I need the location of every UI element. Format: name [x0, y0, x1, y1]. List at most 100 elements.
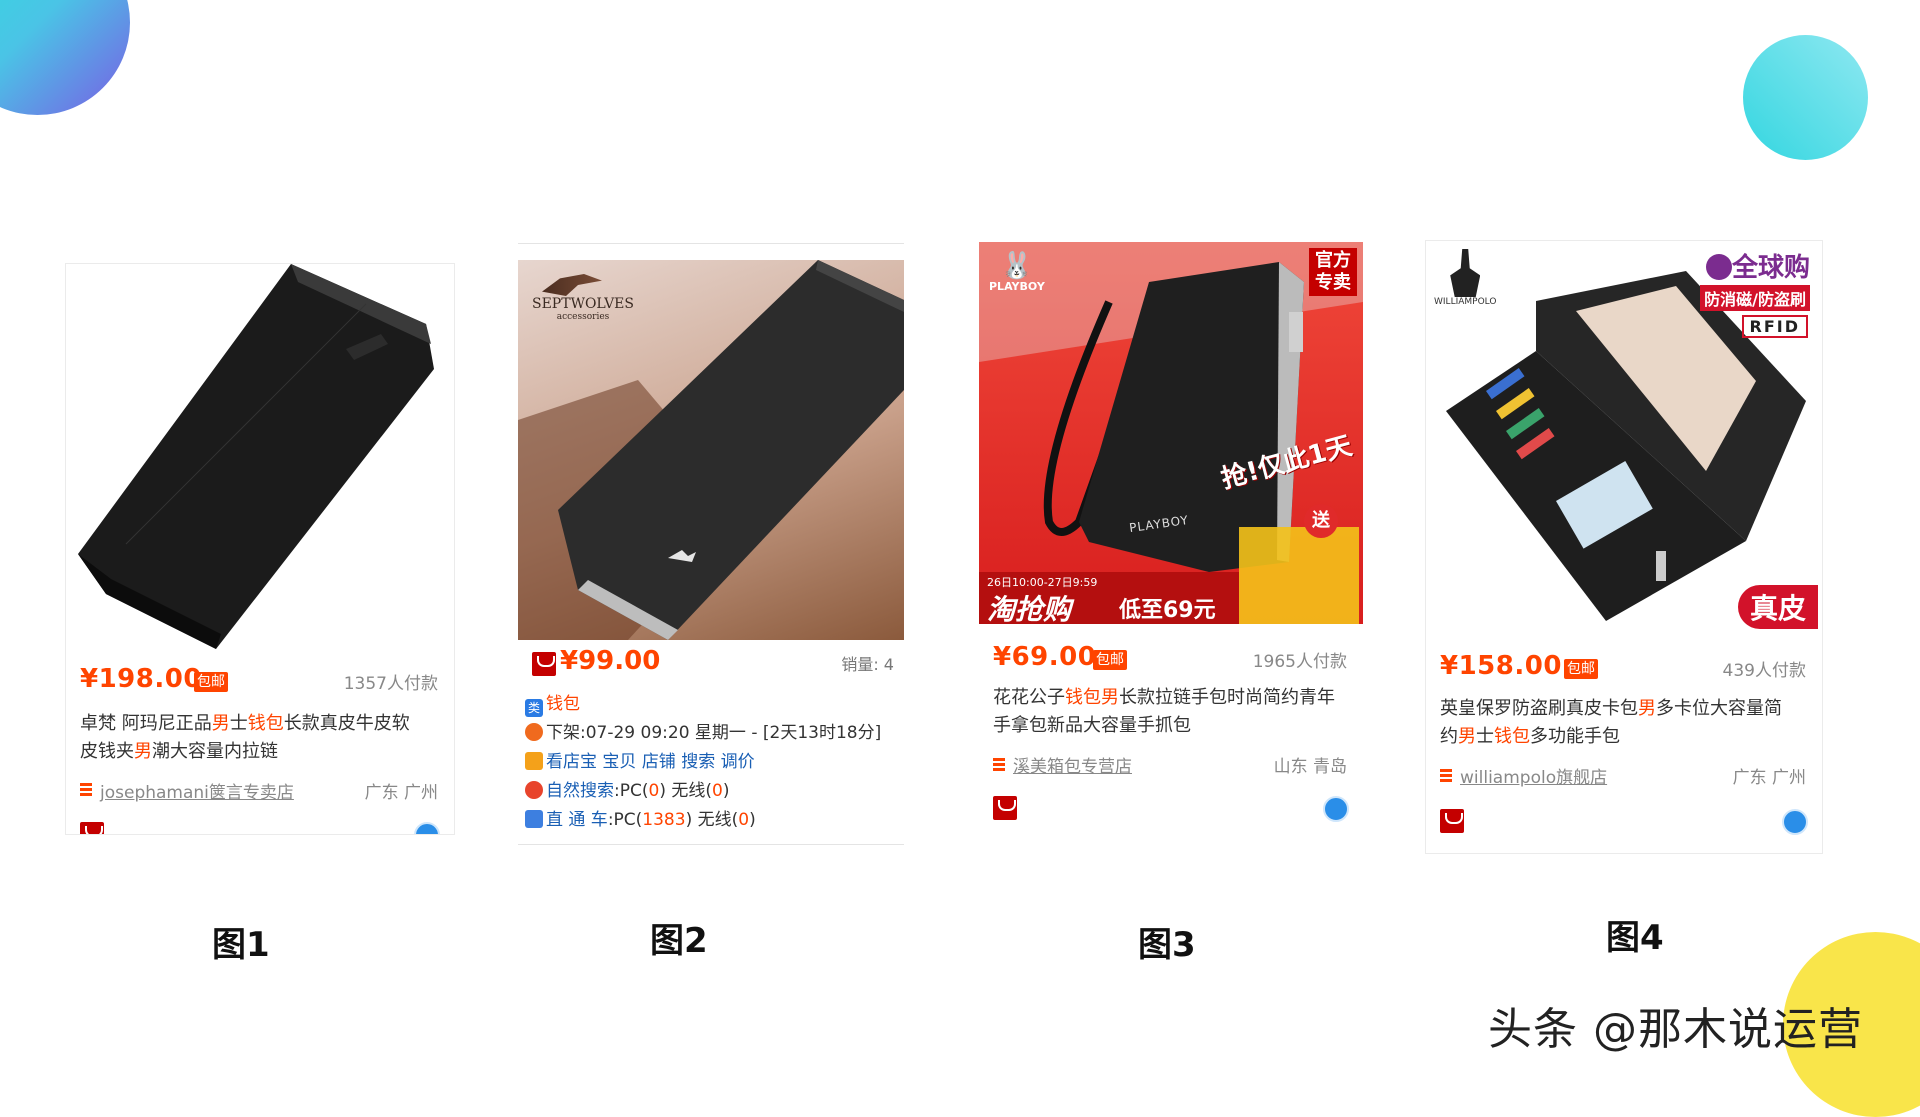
- feature-tag: 防消磁/防盗刷: [1700, 285, 1810, 311]
- genuine-leather-tag: 真皮: [1737, 585, 1818, 629]
- product-card-2[interactable]: SEPTWOLVES accessories ¥99.00 销量: 4 类钱包 …: [518, 243, 904, 845]
- tmall-icon: [532, 652, 556, 676]
- tool-tiaojia[interactable]: 调价: [721, 752, 755, 772]
- title-highlight: 钱包: [1494, 726, 1530, 747]
- decorative-circle-top-right: [1743, 35, 1868, 160]
- product-image-2[interactable]: SEPTWOLVES accessories: [518, 260, 904, 640]
- shop-link[interactable]: josephamani箧言专卖店: [100, 778, 294, 803]
- title-text: 多卡位大容量简: [1656, 698, 1782, 719]
- location: 山东 青岛: [1273, 757, 1347, 777]
- price: ¥69.00: [993, 642, 1097, 672]
- title-highlight: 男: [134, 741, 152, 762]
- natural-search-row: 自然搜索:PC(0) 无线(0): [525, 776, 729, 801]
- wireless-value: 0: [738, 810, 750, 830]
- category-icon: 类: [525, 699, 543, 717]
- wireless-label: ) 无线(: [685, 810, 739, 830]
- paid-count: 1965人付款: [1252, 652, 1347, 672]
- shop-link[interactable]: williampolo旗舰店: [1460, 763, 1607, 788]
- tool-baobei[interactable]: 宝贝: [602, 752, 636, 772]
- pc-label: :PC(: [614, 781, 649, 801]
- shop-icon: [993, 758, 1005, 772]
- title-highlight: 钱包: [1065, 687, 1101, 708]
- paid-count: 439人付款: [1722, 661, 1806, 681]
- paid-count: 1357人付款: [343, 674, 438, 694]
- brand-logo: SEPTWOLVES accessories: [532, 274, 634, 322]
- wangwang-chat-icon[interactable]: [1782, 809, 1808, 835]
- title-text: 英皇保罗防盗刷真皮卡包: [1440, 698, 1638, 719]
- rabbit-icon: 🐰: [1000, 251, 1034, 281]
- location: 广东 广州: [1732, 768, 1806, 788]
- product-image-1[interactable]: [66, 264, 454, 654]
- title-text: 约: [1440, 726, 1458, 747]
- product-image-4[interactable]: WILLIAMPOLO 全球购 防消磁/防盗刷 RFID 真皮: [1426, 241, 1822, 641]
- wallet-image-playboy: [979, 242, 1363, 624]
- brand-name: PLAYBOY: [989, 280, 1045, 293]
- brand-name: WILLIAMPOLO: [1434, 297, 1497, 307]
- listing-time: 下架:07-29 09:20 星期一 - [2天13时18分]: [546, 723, 882, 743]
- tool-kandianbao[interactable]: 看店宝: [546, 752, 597, 772]
- category-value[interactable]: 钱包: [546, 694, 580, 714]
- global-buy-tag: 全球购: [1705, 247, 1810, 284]
- global-buy-text: 全球购: [1731, 253, 1810, 283]
- direct-train-label[interactable]: 直 通 车: [546, 810, 608, 830]
- free-shipping-badge: 包邮: [1093, 650, 1127, 670]
- title-highlight: 钱包: [247, 713, 284, 734]
- title-text: 士: [1476, 726, 1494, 747]
- natural-search-label[interactable]: 自然搜索: [546, 781, 614, 801]
- product-title[interactable]: 花花公子钱包男长款拉链手包时尚简约青年 手拿包新品大容量手抓包: [993, 684, 1353, 740]
- listing-time-row: 下架:07-29 09:20 星期一 - [2天13时18分]: [525, 718, 881, 743]
- title-highlight: 男: [1458, 726, 1476, 747]
- shop-icon: [1440, 769, 1452, 783]
- caption-figure-4: 图4: [1606, 918, 1664, 958]
- title-highlight: 男: [1638, 698, 1656, 719]
- title-text: 手拿包新品大容量手抓包: [993, 715, 1191, 736]
- decorative-circle-top-left: [0, 0, 130, 115]
- pc-value: 1383: [642, 810, 686, 830]
- promo-price: 低至69元: [1119, 598, 1216, 623]
- wangwang-chat-icon[interactable]: [414, 822, 440, 834]
- sales-count: 销量: 4: [841, 655, 894, 674]
- location: 广东 广州: [364, 783, 438, 803]
- title-text: 士: [229, 713, 248, 734]
- paren-close: ): [749, 810, 756, 830]
- clock-icon: [525, 723, 543, 741]
- title-text: 皮钱夹: [80, 741, 134, 762]
- wireless-value: 0: [711, 781, 723, 801]
- wireless-label: ) 无线(: [659, 781, 712, 801]
- direct-train-row: 直 通 车:PC(1383) 无线(0): [525, 805, 756, 830]
- shop-link[interactable]: 溪美箱包专营店: [1013, 752, 1132, 777]
- product-card-1[interactable]: ¥198.00 包邮 1357人付款 卓梵 阿玛尼正品男士钱包长款真皮牛皮软 皮…: [65, 263, 455, 835]
- brand-subtitle: accessories: [556, 312, 610, 322]
- title-highlight: 男: [211, 713, 230, 734]
- tool-dianpu[interactable]: 店铺: [642, 752, 676, 772]
- caption-figure-2: 图2: [650, 921, 708, 961]
- title-text: 多功能手包: [1530, 726, 1620, 747]
- title-text: 花花公子: [993, 687, 1065, 708]
- tmall-icon: [80, 822, 104, 834]
- title-text: 卓梵 阿玛尼正品: [80, 713, 212, 734]
- price: ¥198.00: [80, 664, 202, 694]
- tmall-icon: [1440, 809, 1464, 833]
- promo-title: 淘抢购: [987, 593, 1072, 624]
- product-title[interactable]: 英皇保罗防盗刷真皮卡包男多卡位大容量简 约男士钱包多功能手包: [1440, 695, 1810, 751]
- car-icon: [525, 810, 543, 828]
- playboy-logo: 🐰 PLAYBOY: [989, 252, 1045, 293]
- paren-close: ): [722, 781, 730, 801]
- pc-value: 0: [648, 781, 660, 801]
- free-shipping-badge: 包邮: [1564, 659, 1598, 679]
- product-image-3[interactable]: 🐰 PLAYBOY 官方 专卖 抢!仅此1天 送 PLAYBOY 26日10:0…: [979, 242, 1363, 624]
- wangwang-chat-icon[interactable]: [1323, 796, 1349, 822]
- product-card-3[interactable]: 🐰 PLAYBOY 官方 专卖 抢!仅此1天 送 PLAYBOY 26日10:0…: [979, 242, 1363, 846]
- price: ¥99.00: [560, 646, 661, 676]
- title-highlight: 男: [1101, 687, 1119, 708]
- tool-sousuo[interactable]: 搜索: [681, 752, 715, 772]
- caption-figure-3: 图3: [1138, 925, 1196, 965]
- product-card-4[interactable]: WILLIAMPOLO 全球购 防消磁/防盗刷 RFID 真皮 ¥158.00 …: [1425, 240, 1823, 854]
- gift-tag: 送: [1304, 504, 1338, 538]
- williampolo-logo: WILLIAMPOLO: [1434, 249, 1496, 307]
- shop-icon: [80, 783, 92, 797]
- wallet-image-black-long: [78, 264, 434, 649]
- category-row: 类钱包: [525, 689, 580, 717]
- product-title[interactable]: 卓梵 阿玛尼正品男士钱包长款真皮牛皮软 皮钱夹男潮大容量内拉链: [80, 710, 440, 766]
- zipper-pull: [1289, 312, 1303, 352]
